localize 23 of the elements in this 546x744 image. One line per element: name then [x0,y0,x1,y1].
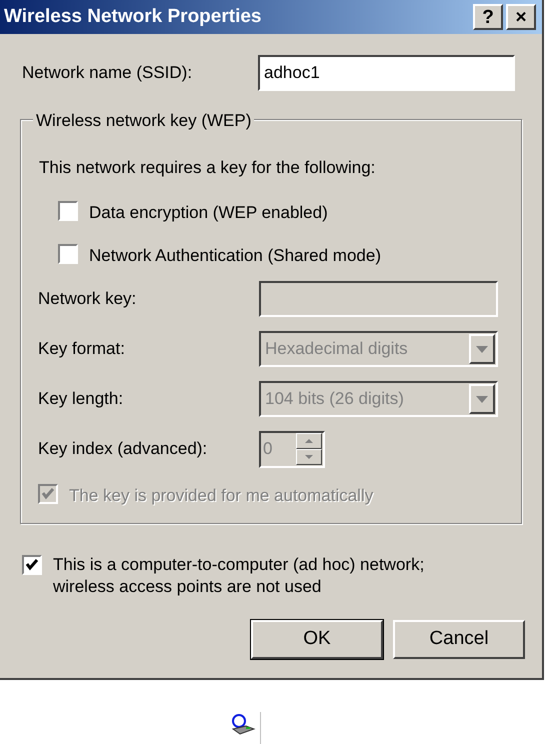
title-bar-button[interactable]: ? [473,4,503,30]
field-label: Network key: [38,288,138,310]
field-label: Key format: [38,338,126,360]
network-icon[interactable] [230,714,256,736]
checkbox-label[interactable]: This is a computer-to-computer (ad hoc) network; wireless access points are not used [53,554,473,598]
up-arrow-icon [305,439,313,443]
field-label: Key index (advanced): [38,438,208,460]
checkbox[interactable] [22,555,42,575]
checkbox[interactable] [58,201,78,221]
window-title: Wireless Network Properties [4,4,262,29]
group-intro: This network requires a key for the following: [39,157,376,179]
dialog-button[interactable]: Cancel [393,620,525,659]
checkbox[interactable] [58,244,78,264]
down-arrow-icon [305,455,313,459]
field-label: Network name (SSID): [22,62,194,84]
checkbox-label[interactable]: Network Authentication (Shared mode) [89,242,381,268]
check-icon [25,558,39,572]
checkbox-label[interactable]: Data encryption (WEP enabled) [89,200,328,226]
dialog-button[interactable]: OK [251,620,383,659]
check-icon [41,487,55,501]
ssid-field[interactable]: adhoc1 [258,55,515,91]
field-label: Key length: [38,388,124,410]
title-bar-button[interactable]: × [506,4,536,30]
